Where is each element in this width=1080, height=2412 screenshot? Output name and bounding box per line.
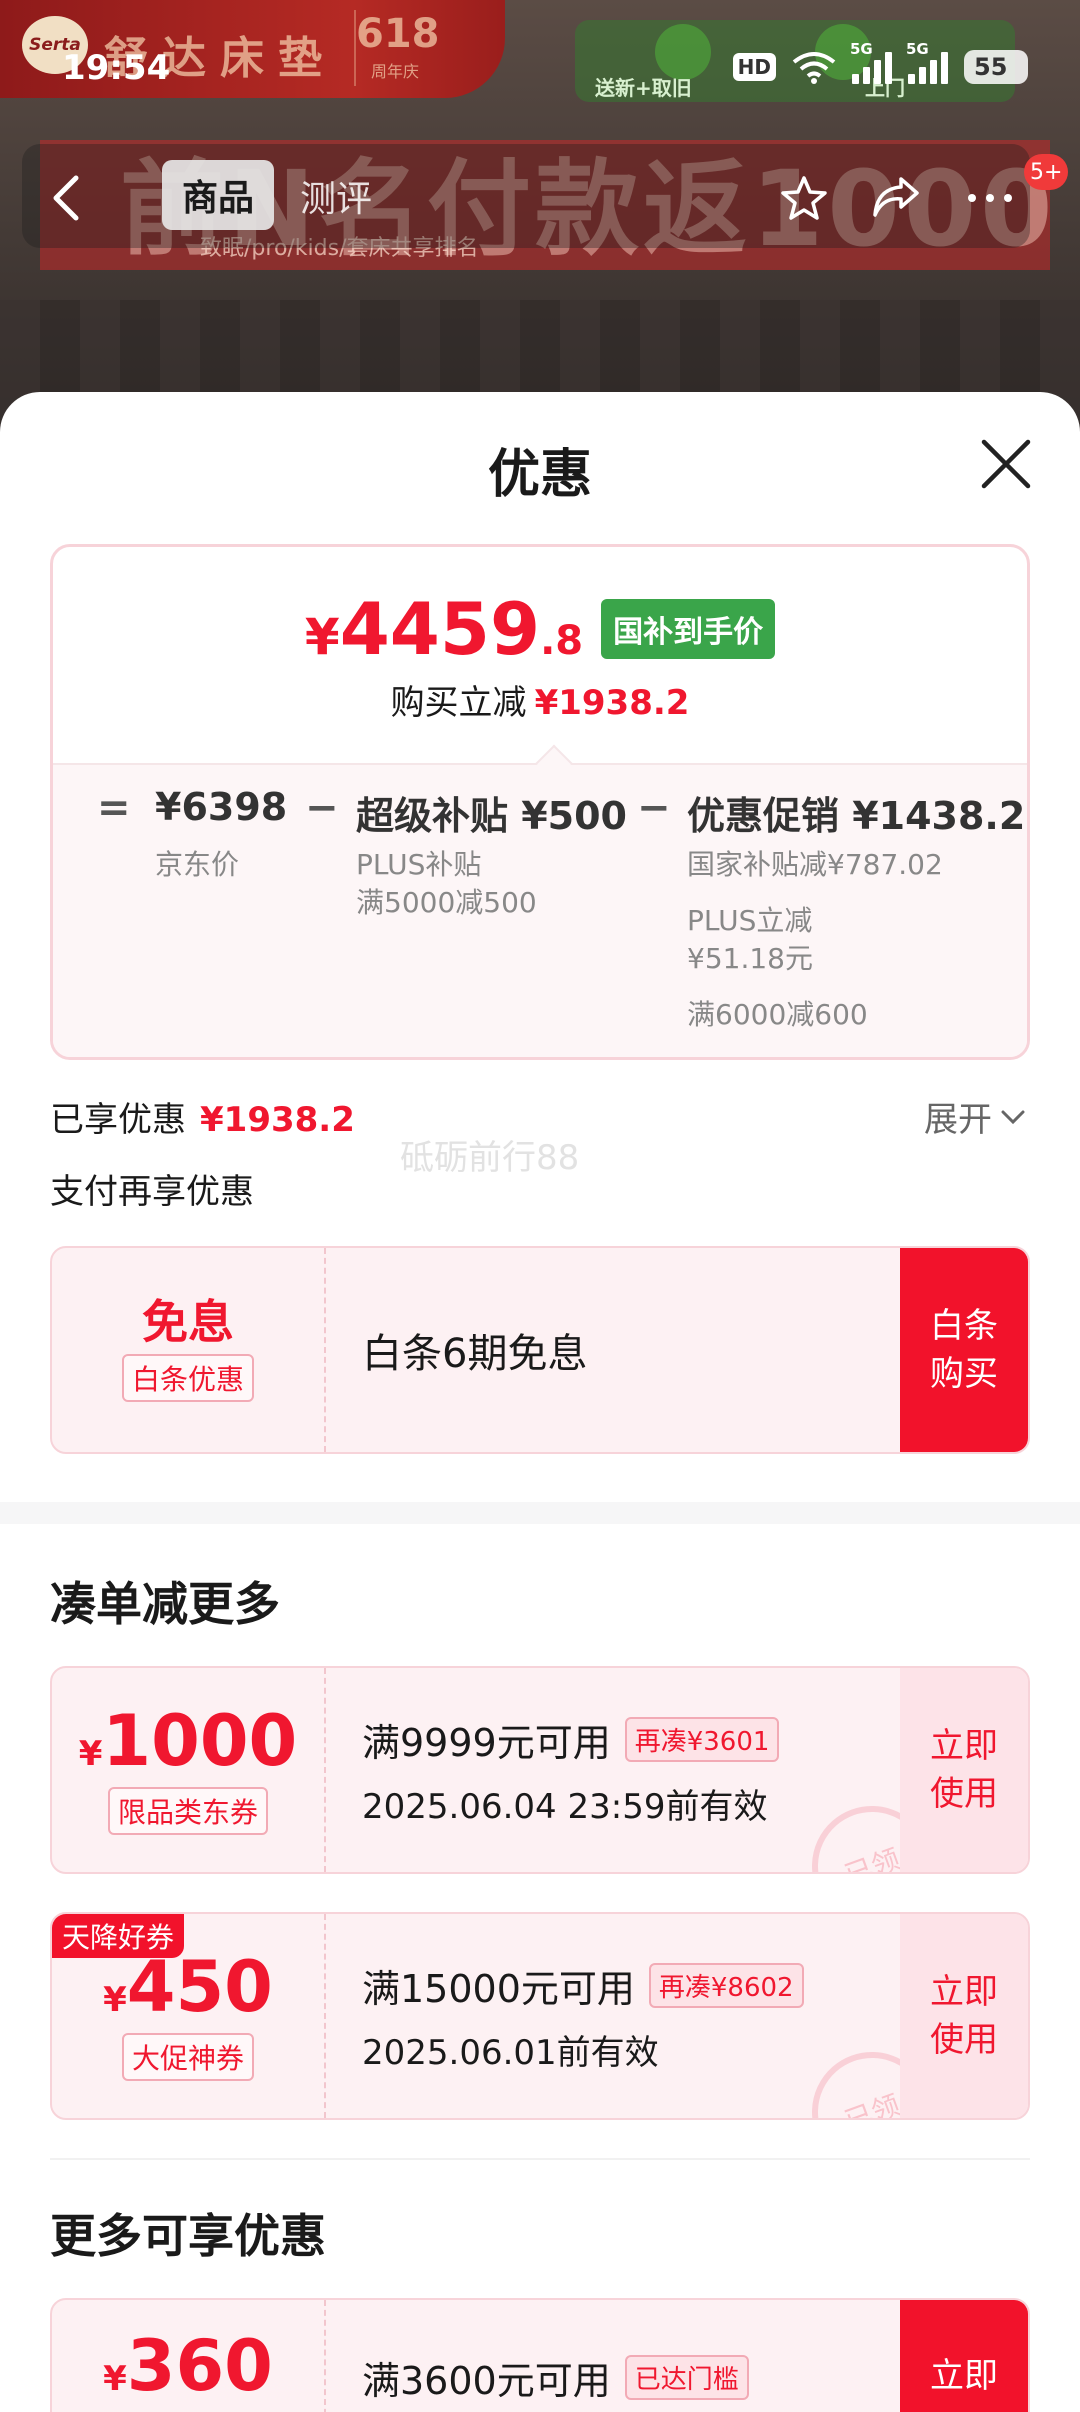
coupon-tag: 限品类东券 (107, 1786, 268, 1835)
coupon-body: 满15000元可用 再凑¥8602 2025.06.01前有效 (362, 1914, 804, 2118)
section-divider-line (50, 2158, 1030, 2160)
coupon-left: ¥450 大促神券 (52, 1914, 324, 2118)
section-divider (0, 1502, 1080, 1524)
back-icon[interactable] (44, 170, 92, 226)
battery-indicator: 55 (964, 50, 1028, 84)
coupon-extra-tag: 再凑¥3601 (624, 1717, 780, 1762)
tab-goods[interactable]: 商品 (162, 160, 274, 230)
more-icon[interactable] (962, 170, 1018, 226)
jd-price-label: 京东价 (155, 848, 240, 881)
coupon-left: ¥1000 限品类东券 (52, 1668, 324, 1872)
breakdown-panel: = ¥6398 京东价 − 超级补贴 ¥500 PLUS补贴 满5000减500… (53, 763, 1027, 1057)
coupon-amount: ¥360 (103, 2325, 273, 2407)
price-breakdown-card: ¥4459.8 国补到手价 购买立减 ¥1938.2 = ¥6398 京东价 − … (50, 544, 1030, 1060)
coupon-separator (324, 1248, 326, 1452)
equal-sign: = (97, 785, 131, 831)
coupon-card: ¥1000 限品类东券 满9999元可用 再凑¥3601 2025.06.04 … (50, 1666, 1030, 1874)
signal-icon: 5G (906, 40, 948, 84)
close-icon[interactable] (978, 436, 1034, 492)
coupon-body: 满3600元可用 已达门槛 (362, 2300, 749, 2412)
pay-more-label: 支付再享优惠 (50, 1172, 254, 1212)
coupon-amount: 免息 (142, 1294, 234, 1349)
expand-label: 展开 (924, 1100, 992, 1140)
coupon-tag: 白条优惠 (121, 1354, 254, 1403)
coupon-separator (324, 2300, 326, 2412)
enjoyed-discount: 已享优惠 ¥1938.2 (50, 1092, 355, 1141)
promo-sub: ¥51.18元 (687, 942, 813, 975)
super-subsidy-sub: PLUS补贴 (356, 848, 482, 881)
coupon-extra-tag: 已达门槛 (624, 2355, 749, 2400)
minus-sign: − (305, 785, 339, 831)
coupon-amount: ¥1000 (78, 1700, 298, 1783)
hd-icon: HD (732, 53, 776, 81)
jd-price: ¥6398 (155, 785, 288, 829)
coupon-tag: 大促神券 (121, 2032, 254, 2081)
coupon-body: 白条6期免息 (362, 1248, 587, 1452)
coupon-separator (324, 1914, 326, 2118)
wifi-icon (792, 52, 836, 84)
reduce-value: ¥1938.2 (534, 683, 690, 723)
coupon-condition: 满9999元可用 再凑¥3601 (362, 1712, 780, 1767)
minus-sign: − (637, 785, 671, 831)
discount-sheet: 优惠 ¥4459.8 国补到手价 购买立减 ¥1938.2 = ¥6398 京东价… (0, 392, 1080, 2412)
super-subsidy-sub: 满5000减500 (356, 886, 537, 919)
coupon-expiry: 2025.06.01前有效 (362, 2033, 659, 2073)
coupon-left: 免息 白条优惠 (52, 1248, 324, 1452)
sheet-title: 优惠 (487, 445, 592, 505)
baitiao-buy-button[interactable]: 白条 购买 (900, 1248, 1028, 1452)
coupon-expiry: 2025.06.04 23:59前有效 (362, 1787, 768, 1827)
use-now-button[interactable]: 立即 使用 (900, 1914, 1028, 2118)
anniversary-badge: 618 周年庆 (354, 10, 440, 86)
enjoyed-label: 已享优惠 (50, 1100, 186, 1140)
final-price: ¥4459.8 (304, 587, 584, 671)
more-badge: 5+ (1024, 154, 1069, 190)
promo-sub: 国家补贴减¥787.02 (687, 848, 943, 881)
coupon-left: ¥360 (52, 2300, 324, 2412)
coupon-condition: 满15000元可用 再凑¥8602 (362, 1958, 804, 2013)
anniversary-number: 618 (356, 11, 440, 57)
enjoyed-value: ¥1938.2 (200, 1100, 355, 1140)
final-price-row: ¥4459.8 国补到手价 (53, 587, 1027, 671)
signal-icon: 5G (850, 40, 892, 84)
watermark: 砥砺前行88 (400, 1138, 580, 1178)
coupon-extra-tag: 再凑¥8602 (648, 1963, 804, 2008)
share-icon[interactable] (868, 170, 924, 226)
use-now-button[interactable]: 立即 (900, 2300, 1028, 2412)
coupon-card: ¥360 满3600元可用 已达门槛 立即 (50, 2298, 1030, 2412)
baitiao-coupon: 免息 白条优惠 白条6期免息 白条 购买 (50, 1246, 1030, 1454)
reduce-line: 购买立减 ¥1938.2 (53, 675, 1027, 724)
use-now-button[interactable]: 立即 使用 (900, 1668, 1028, 1872)
tab-review[interactable]: 测评 (300, 170, 372, 222)
reduce-label: 购买立减 (390, 683, 527, 723)
section-title-more-enjoy: 更多可享优惠 (50, 2209, 326, 2263)
gov-subsidy-tag: 国补到手价 (601, 599, 776, 659)
status-icons: HD 5G 5G 55 (732, 40, 1028, 88)
coupon-condition: 满3600元可用 已达门槛 (362, 2350, 749, 2405)
promo-head: 优惠促销 ¥1438.2 (687, 794, 1026, 838)
coupon-separator (324, 1668, 326, 1872)
coupon-amount: ¥450 (103, 1946, 273, 2029)
coupon-desc: 白条6期免息 (362, 1331, 588, 1377)
promo-sub: PLUS立减 (687, 904, 813, 937)
star-icon[interactable] (776, 170, 832, 226)
coupon-body: 满9999元可用 再凑¥3601 2025.06.04 23:59前有效 (362, 1668, 780, 1872)
section-title-more-reduce: 凑单减更多 (50, 1577, 280, 1631)
service-banner-text: 送新+取旧 (595, 76, 692, 100)
expand-button[interactable]: 展开 (924, 1092, 1026, 1141)
super-subsidy-head: 超级补贴 ¥500 (356, 794, 627, 838)
promo-sub: 满6000减600 (687, 998, 868, 1031)
status-time: 19:54 (62, 48, 171, 88)
anniversary-text: 周年庆 (370, 62, 419, 81)
chevron-down-icon (1001, 1110, 1025, 1124)
coupon-card: 天降好券 ¥450 大促神券 满15000元可用 再凑¥8602 2025.06… (50, 1912, 1030, 2120)
